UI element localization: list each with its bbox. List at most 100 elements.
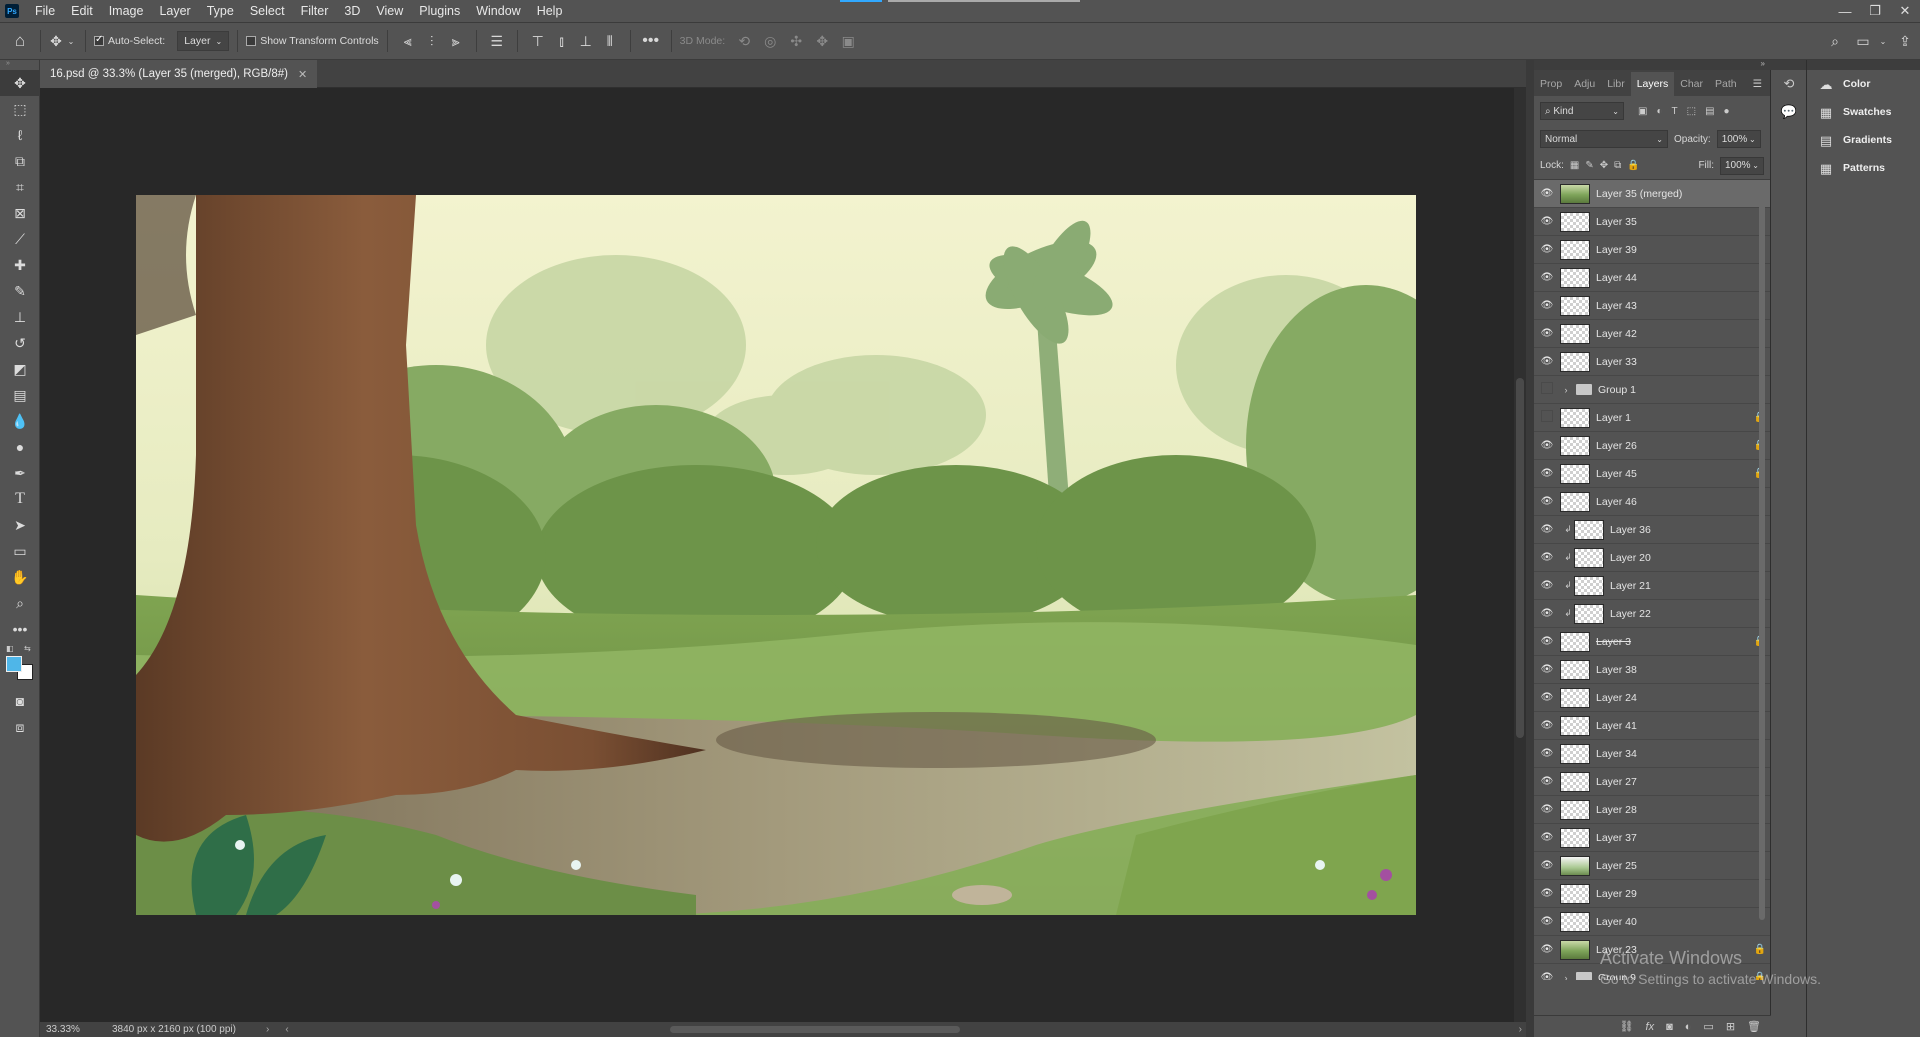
layer-row[interactable]: Layer 1🔒 [1534,404,1770,432]
distribute-icon[interactable]: ☰ [485,33,509,50]
visibility-eye-icon[interactable]: 👁 [1534,244,1560,255]
visibility-eye-icon[interactable]: 👁 [1534,608,1560,619]
visibility-eye-icon[interactable]: 👁 [1534,944,1560,955]
scroll-right-icon[interactable]: › [1519,1024,1522,1035]
delete-layer-icon[interactable]: 🗑 [1747,1020,1761,1033]
layer-name[interactable]: Layer 38 [1596,664,1770,676]
filter-smart-object-icon[interactable]: ▤ [1705,106,1714,117]
filter-type-icon[interactable]: T [1672,106,1678,117]
lock-image-icon[interactable]: ✎ [1585,160,1593,171]
visibility-eye-icon[interactable]: 👁 [1534,580,1560,591]
layer-name[interactable]: Layer 44 [1596,272,1770,284]
link-layers-icon[interactable]: ⛓ [1620,1020,1634,1033]
collapse-tools-icon[interactable]: » [0,60,39,70]
layer-name[interactable]: Layer 3 [1596,636,1750,648]
pen-tool-icon[interactable]: ✒ [0,460,40,486]
layer-name[interactable]: Layer 20 [1610,552,1770,564]
visibility-eye-icon[interactable]: 👁 [1534,972,1560,980]
layer-row[interactable]: 👁 Layer 44 [1534,264,1770,292]
align-center-icon[interactable]: ⫶ [420,33,444,50]
visibility-eye-icon[interactable]: 👁 [1534,636,1560,647]
layer-name[interactable]: Layer 35 [1596,216,1770,228]
layer-row[interactable]: 👁 ↲ Layer 21 [1534,572,1770,600]
tab-path[interactable]: Path [1709,72,1743,96]
visibility-eye-icon[interactable]: 👁 [1534,188,1560,199]
crop-tool-icon[interactable]: ⌗ [0,174,40,200]
layer-row[interactable]: 👁 Layer 38 [1534,656,1770,684]
layer-thumbnail[interactable] [1574,603,1604,624]
visibility-eye-icon[interactable]: 👁 [1534,720,1560,731]
layer-row[interactable]: 👁 ↲ Layer 22 [1534,600,1770,628]
vertical-scroll-thumb[interactable] [1516,378,1524,738]
search-icon[interactable]: ⌕ [1820,33,1850,50]
layer-thumbnail[interactable] [1560,911,1590,932]
layer-thumbnail[interactable] [1574,547,1604,568]
layer-name[interactable]: Layer 46 [1596,496,1770,508]
layer-thumbnail[interactable] [1560,799,1590,820]
document-tab[interactable]: 16.psd @ 33.3% (Layer 35 (merged), RGB/8… [40,60,318,88]
align-top-icon[interactable]: ⊤ [526,33,550,50]
swap-colors-icon[interactable]: ⇆ [24,644,31,653]
screen-mode-icon[interactable]: ⧈ [0,714,40,740]
layer-name[interactable]: Layer 1 [1596,412,1750,424]
layer-thumbnail[interactable] [1560,267,1590,288]
visibility-eye-icon[interactable]: 👁 [1534,664,1560,675]
home-icon[interactable]: ⌂ [0,31,40,51]
layer-name[interactable]: Layer 34 [1596,748,1770,760]
menu-item-plugins[interactable]: Plugins [411,0,468,22]
zoom-level[interactable]: 33.33% [40,1024,104,1035]
layer-row[interactable]: 👁 Layer 46 [1534,488,1770,516]
panel-color[interactable]: ☁ Color [1807,70,1920,98]
tab-adju[interactable]: Adju [1568,72,1601,96]
layer-name[interactable]: Layer 26 [1596,440,1750,452]
default-colors-icon[interactable]: ◧ [6,644,14,653]
visibility-eye-icon[interactable] [1534,410,1560,425]
layer-thumbnail[interactable] [1560,855,1590,876]
history-brush-tool-icon[interactable]: ↺ [0,330,40,356]
distribute-vertical-icon[interactable]: ⦀ [598,33,622,50]
quick-mask-icon[interactable]: ◙ [0,688,40,714]
layer-name[interactable]: Layer 45 [1596,468,1750,480]
layer-thumbnail[interactable] [1560,183,1590,204]
visibility-eye-icon[interactable]: 👁 [1534,748,1560,759]
new-group-icon[interactable]: ▭ [1703,1020,1713,1033]
visibility-eye-icon[interactable] [1534,382,1560,397]
layer-row[interactable]: 👁 Layer 43 [1534,292,1770,320]
layer-name[interactable]: Layer 29 [1596,888,1770,900]
layer-name[interactable]: Layer 22 [1610,608,1770,620]
layer-thumbnail[interactable] [1560,463,1590,484]
visibility-eye-icon[interactable]: 👁 [1534,552,1560,563]
layer-thumbnail[interactable] [1560,827,1590,848]
layer-row[interactable]: 👁 Layer 42 [1534,320,1770,348]
layer-name[interactable]: Layer 36 [1610,524,1770,536]
layer-row[interactable]: 👁Layer 26🔒 [1534,432,1770,460]
layer-thumbnail[interactable] [1574,519,1604,540]
auto-select-checkbox[interactable]: Auto-Select: [94,34,165,47]
more-options-icon[interactable]: ••• [639,32,663,50]
healing-brush-tool-icon[interactable]: ✚ [0,252,40,278]
layer-thumbnail[interactable] [1560,687,1590,708]
layer-thumbnail[interactable] [1560,939,1590,960]
layer-name[interactable]: Layer 37 [1596,832,1770,844]
tool-preset-dropdown-icon[interactable]: ⌄ [65,37,77,46]
layer-row[interactable]: 👁 Layer 24 [1534,684,1770,712]
layer-row[interactable]: 👁 Layer 41 [1534,712,1770,740]
blend-mode-dropdown[interactable]: Normal ⌄ [1540,130,1668,148]
canvas-vertical-scrollbar[interactable] [1514,88,1526,1022]
close-icon[interactable]: ✕ [298,68,307,81]
status-menu-icon[interactable]: › [266,1024,269,1035]
menu-item-view[interactable]: View [368,0,411,22]
layer-row[interactable]: 👁 Layer 29 [1534,880,1770,908]
restore-button[interactable]: ❐ [1860,3,1890,19]
scroll-left-icon[interactable]: ‹ [285,1024,288,1035]
layer-name[interactable]: Layer 41 [1596,720,1770,732]
visibility-eye-icon[interactable]: 👁 [1534,804,1560,815]
layer-name[interactable]: Layer 42 [1596,328,1770,340]
panel-menu-icon[interactable]: ☰ [1745,72,1770,96]
layer-row[interactable]: 👁 Layer 40 [1534,908,1770,936]
zoom-tool-icon[interactable]: ⌕ [0,590,40,616]
filter-toggle-icon[interactable]: ● [1724,106,1730,117]
workspace-dropdown-icon[interactable]: ⌄ [1876,37,1890,46]
layer-row[interactable]: 👁 Layer 27 [1534,768,1770,796]
checkbox-icon[interactable] [246,36,257,46]
